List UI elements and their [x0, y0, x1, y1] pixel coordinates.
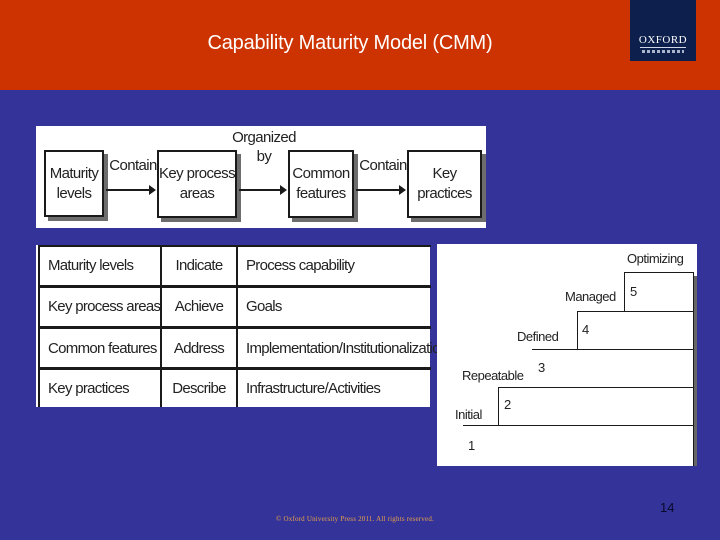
cmm-relations-table: Maturity levels Indicate Process capabil… [36, 244, 448, 407]
flow-box-text: Key process [159, 165, 236, 182]
table-cell-subject: Common features [38, 326, 161, 369]
flow-box-key-practices: Key practices [407, 150, 482, 218]
flow-box-text: areas [179, 185, 215, 202]
step-5-riser [624, 272, 625, 311]
slide-header: Capability Maturity Model (CMM) OXFORD [0, 0, 720, 90]
cmm-structure-flow-diagram: Maturity levels Contain Key process area… [36, 126, 486, 228]
table-cell-verb: Address [160, 326, 237, 369]
step-4-top [577, 311, 694, 312]
flow-box-text: features [296, 185, 346, 202]
flow-arrow [239, 185, 287, 195]
flow-arrow-label-line: Organized [232, 129, 296, 146]
maturity-levels-staircase: Optimizing 5 Managed 4 Defined 3 Repeata… [437, 244, 697, 466]
level-number: 1 [468, 438, 476, 453]
flow-box-text: Maturity [49, 164, 99, 182]
table-row: Common features Address Implementation/I… [38, 326, 448, 369]
step-2-riser [498, 387, 499, 425]
logo-divider [640, 47, 686, 48]
table-row: Key practices Describe Infrastructure/Ac… [38, 367, 431, 407]
level-name-initial: Initial [455, 407, 482, 422]
flow-arrow-label: Contain [109, 157, 157, 174]
staircase-right-edge [693, 272, 694, 466]
copyright-notice: © Oxford University Press 2011. All righ… [276, 515, 434, 523]
flow-box-maturity-levels: Maturity levels [44, 150, 104, 217]
level-number: 5 [630, 284, 638, 299]
slide-page-number: 14 [660, 500, 675, 515]
flow-box-text: practices [417, 185, 472, 202]
staircase-shadow [694, 276, 697, 466]
table-cell-verb: Indicate [160, 244, 237, 287]
flow-arrow-label: Contain [359, 157, 407, 174]
table-row: Key process areas Achieve Goals [38, 284, 431, 328]
level-name-managed: Managed [565, 289, 616, 304]
table-cell-object: Infrastructure/Activities [236, 367, 431, 407]
flow-box-text: levels [56, 184, 92, 202]
table-cell-verb: Describe [160, 367, 237, 407]
flow-box-text: Key [432, 165, 457, 182]
level-name-optimizing: Optimizing [627, 251, 684, 266]
level-number: 4 [582, 322, 590, 337]
table-row: Maturity levels Indicate Process capabil… [38, 244, 431, 287]
table-cell-subject: Key process areas [38, 284, 161, 328]
step-4-riser [577, 311, 578, 349]
level-name-defined: Defined [517, 329, 559, 344]
flow-arrow-label: Organized by [232, 128, 296, 166]
table-cell-object: Goals [236, 284, 431, 328]
table-cell-subject: Maturity levels [38, 244, 161, 287]
slide-title: Capability Maturity Model (CMM) [207, 32, 493, 54]
step-2-top [498, 387, 694, 388]
table-cell-subject: Key practices [38, 367, 161, 407]
oxford-logo: OXFORD [630, 0, 696, 61]
logo-subtext-decoration [642, 50, 684, 53]
flow-box-common-features: Common features [288, 150, 354, 218]
table-cell-verb: Achieve [160, 284, 237, 328]
level-number: 3 [538, 360, 546, 375]
flow-box-key-process-areas: Key process areas [157, 150, 237, 218]
flow-arrow [356, 185, 406, 195]
level-name-repeatable: Repeatable [462, 368, 524, 383]
table-cell-object: Implementation/Institutionalization [236, 326, 448, 369]
flow-arrow-label-line: by [256, 148, 272, 165]
oxford-logo-text: OXFORD [638, 34, 688, 46]
step-1-top [463, 425, 694, 426]
flow-box-text: Common [292, 165, 350, 182]
table-cell-object: Process capability [236, 244, 431, 287]
flow-arrow [106, 185, 156, 195]
step-3-top [532, 349, 694, 350]
level-number: 2 [504, 397, 512, 412]
step-5-top [624, 272, 694, 273]
